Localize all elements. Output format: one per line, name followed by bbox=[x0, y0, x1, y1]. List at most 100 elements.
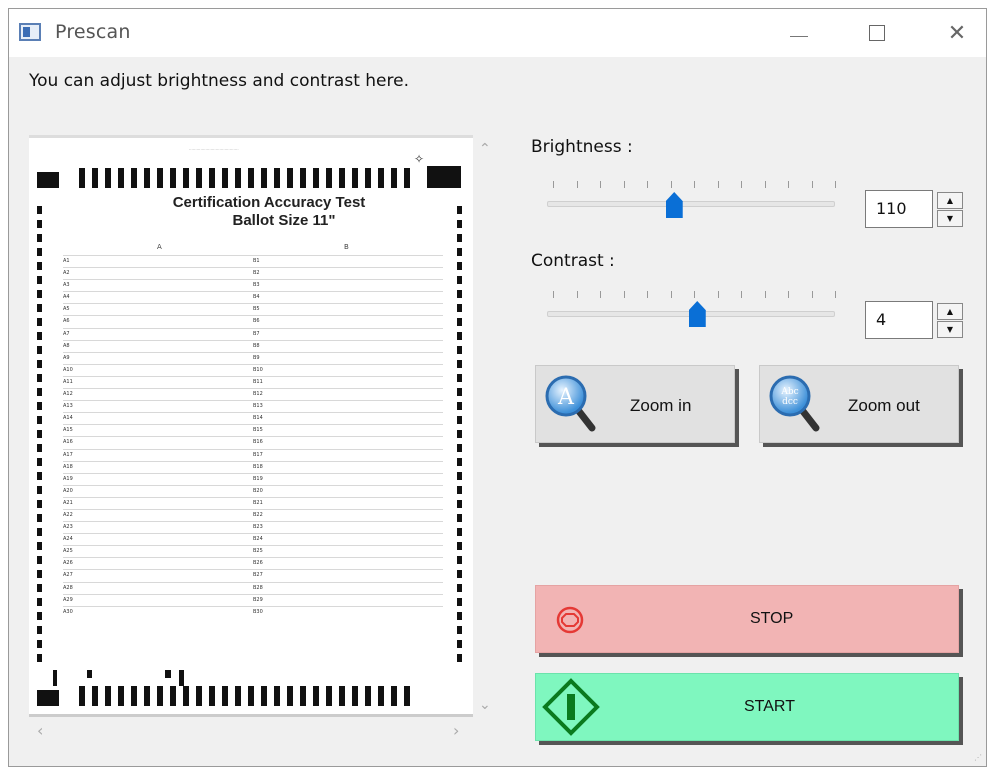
scan-preview[interactable]: ....................................... … bbox=[29, 135, 473, 717]
timing-mark bbox=[248, 686, 254, 706]
resize-grip-icon[interactable]: ⋰ bbox=[974, 753, 982, 762]
row-label: B26 bbox=[253, 560, 263, 567]
side-mark bbox=[37, 374, 42, 382]
side-mark bbox=[457, 388, 462, 396]
ballot-row: B13 bbox=[253, 400, 443, 412]
brightness-down-icon[interactable]: ▼ bbox=[937, 210, 963, 227]
scroll-left-icon[interactable]: ‹ bbox=[37, 721, 43, 740]
timing-mark bbox=[365, 168, 371, 188]
side-mark bbox=[457, 612, 462, 620]
slider-tick bbox=[717, 181, 719, 188]
scroll-down-icon[interactable]: ⌄ bbox=[479, 697, 491, 713]
ballot-row: B22 bbox=[253, 508, 443, 521]
ballot-row: B10 bbox=[253, 363, 443, 376]
brightness-slider-thumb[interactable] bbox=[665, 192, 683, 218]
close-button[interactable]: ✕ bbox=[937, 17, 977, 49]
slider-tick bbox=[835, 291, 836, 298]
svg-text:Abc: Abc bbox=[780, 387, 798, 397]
row-label: B6 bbox=[253, 318, 260, 325]
side-mark bbox=[37, 276, 42, 284]
instruction-text: You can adjust brightness and contrast h… bbox=[29, 71, 409, 91]
side-mark bbox=[457, 206, 462, 214]
maximize-button[interactable] bbox=[857, 17, 897, 49]
timing-mark bbox=[235, 686, 241, 706]
row-label: B8 bbox=[253, 342, 260, 349]
row-label: A20 bbox=[63, 487, 73, 494]
scroll-right-icon[interactable]: › bbox=[453, 721, 459, 740]
side-mark bbox=[37, 332, 42, 340]
row-label: A9 bbox=[63, 354, 70, 361]
ballot-row: B27 bbox=[253, 569, 443, 581]
minimize-button[interactable] bbox=[779, 17, 819, 49]
ballot-row: B12 bbox=[253, 388, 443, 400]
zoom-out-button[interactable]: Abc dcc Zoom out bbox=[759, 365, 959, 443]
scroll-up-icon[interactable]: ⌃ bbox=[479, 141, 491, 157]
contrast-down-icon[interactable]: ▼ bbox=[937, 321, 963, 338]
timing-mark bbox=[326, 168, 332, 188]
ballot-row: A6 bbox=[63, 315, 253, 327]
brightness-value[interactable]: 110 bbox=[865, 190, 933, 228]
side-mark bbox=[457, 234, 462, 242]
brightness-slider[interactable] bbox=[547, 201, 835, 207]
zoom-out-label: Zoom out bbox=[848, 396, 920, 415]
row-label: A11 bbox=[63, 378, 73, 385]
ballot-row: A2 bbox=[63, 267, 253, 279]
side-mark bbox=[37, 360, 42, 368]
ballot-row: B21 bbox=[253, 496, 443, 509]
contrast-spinbox[interactable]: 4 ▲ ▼ bbox=[865, 301, 965, 339]
contrast-up-icon[interactable]: ▲ bbox=[937, 303, 963, 320]
copyright-line: ....................................... bbox=[189, 146, 239, 151]
start-button[interactable]: START bbox=[535, 673, 959, 741]
slider-tick bbox=[811, 181, 813, 188]
slider-tick bbox=[788, 291, 789, 298]
contrast-slider-thumb[interactable] bbox=[688, 301, 706, 327]
timing-mark bbox=[92, 686, 98, 706]
side-mark bbox=[457, 430, 462, 438]
brightness-up-icon[interactable]: ▲ bbox=[937, 192, 963, 209]
ballot-row: B30 bbox=[253, 605, 443, 618]
timing-mark bbox=[105, 168, 111, 188]
column-b-rows: B1 B2 B3 B4 B5 B6 B7 B8 B9 B10 B11 B12 B13 B14 B15 B16 B… bbox=[253, 255, 443, 618]
ballot-row: A22 bbox=[63, 508, 253, 521]
ballot-row: B14 bbox=[253, 412, 443, 424]
side-mark bbox=[457, 556, 462, 564]
timing-mark bbox=[118, 168, 124, 188]
ballot-row: A26 bbox=[63, 557, 253, 569]
svg-text:dcc: dcc bbox=[782, 397, 798, 407]
slider-tick bbox=[576, 291, 578, 298]
side-mark bbox=[457, 458, 462, 466]
zoom-in-button[interactable]: A Zoom in bbox=[535, 365, 735, 443]
timing-mark bbox=[235, 168, 241, 188]
timing-mark bbox=[209, 168, 215, 188]
timing-mark bbox=[261, 686, 267, 706]
ballot-row: A29 bbox=[63, 593, 253, 606]
start-icon bbox=[542, 678, 600, 736]
timing-mark bbox=[287, 686, 293, 706]
svg-text:A: A bbox=[557, 385, 575, 410]
side-mark bbox=[457, 598, 462, 606]
row-label: A3 bbox=[63, 282, 70, 289]
title-bar: Prescan ✕ bbox=[9, 9, 986, 57]
start-label: START bbox=[744, 698, 795, 715]
brightness-spinbox[interactable]: 110 ▲ ▼ bbox=[865, 190, 965, 228]
timing-mark bbox=[222, 168, 228, 188]
timing-mark bbox=[352, 686, 358, 706]
timing-mark bbox=[157, 168, 163, 188]
stop-button[interactable]: STOP bbox=[535, 585, 959, 653]
row-label: B11 bbox=[253, 378, 263, 385]
timing-mark bbox=[326, 686, 332, 706]
contrast-value[interactable]: 4 bbox=[865, 301, 933, 339]
ballot-row: B24 bbox=[253, 533, 443, 545]
side-mark bbox=[37, 528, 42, 536]
side-mark bbox=[457, 318, 462, 326]
side-mark bbox=[37, 346, 42, 354]
row-label: B10 bbox=[253, 366, 263, 373]
ballot-row: A14 bbox=[63, 412, 253, 424]
slider-tick bbox=[788, 181, 789, 188]
ballot-title: Certification Accuracy Test bbox=[172, 194, 366, 211]
side-mark bbox=[37, 640, 42, 648]
slider-tick bbox=[553, 181, 554, 188]
ballot-row: A11 bbox=[63, 375, 253, 388]
ballot-row: B26 bbox=[253, 557, 443, 569]
ballot-row: A3 bbox=[63, 279, 253, 291]
